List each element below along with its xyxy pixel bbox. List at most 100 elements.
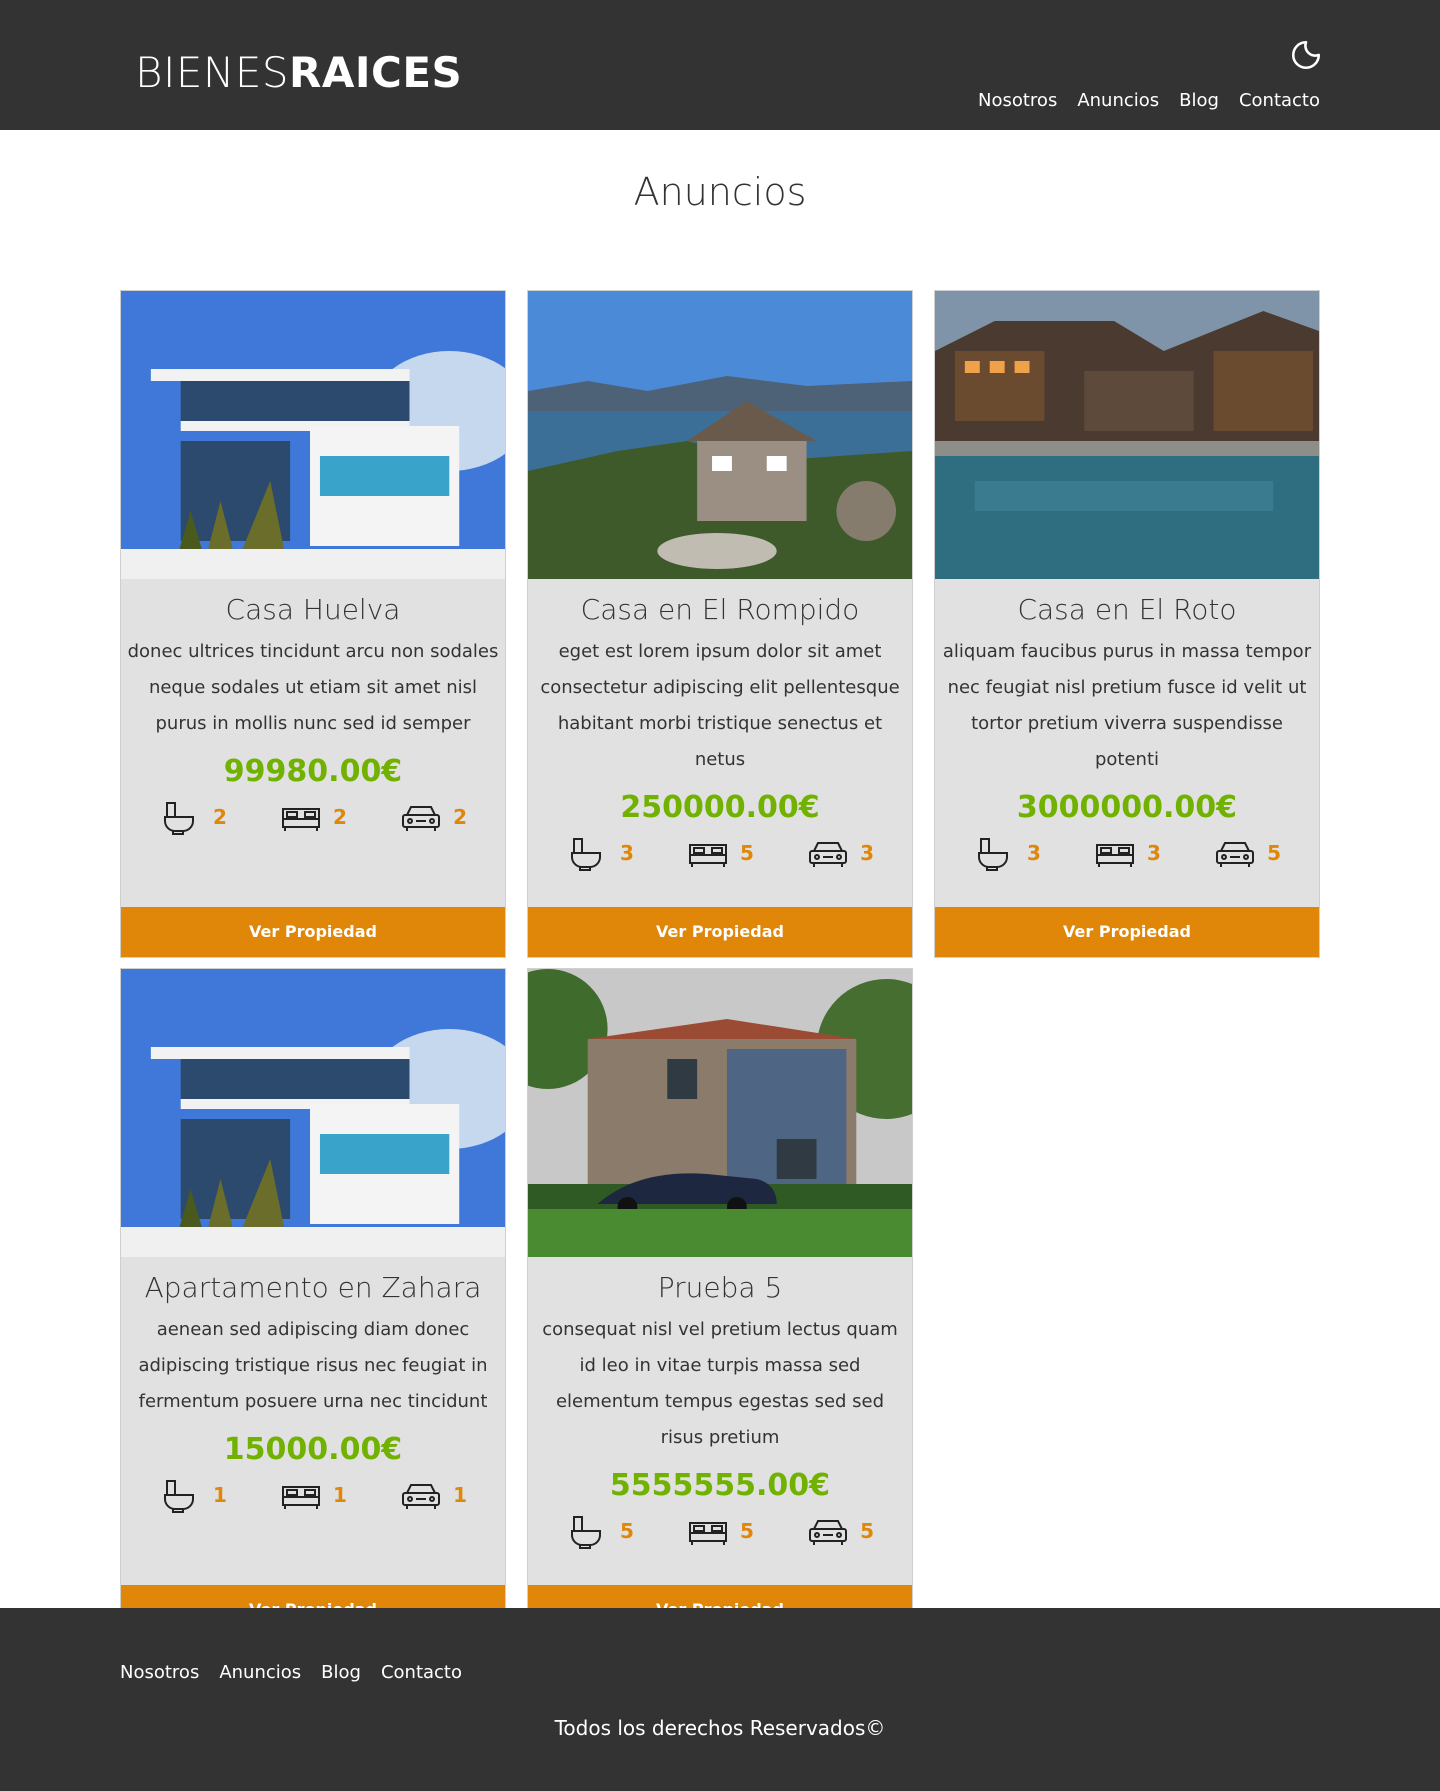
feature-parking: 2 <box>399 799 467 835</box>
toilet-icon <box>571 837 601 871</box>
bed-icon <box>282 1485 321 1509</box>
bathrooms-count: 1 <box>213 1482 227 1507</box>
logo[interactable]: BIENESRAICES <box>135 52 462 94</box>
listing-description: consequat nisl vel pretium lectus quam i… <box>542 1318 898 1448</box>
nav-link-contacto[interactable]: Contacto <box>1239 90 1320 111</box>
listing-title: Casa en El Roto <box>1017 592 1237 626</box>
bed-icon <box>689 843 728 867</box>
car-icon <box>1216 841 1255 867</box>
car-icon <box>809 1519 848 1545</box>
view-property-button[interactable]: Ver Propiedad <box>528 906 912 957</box>
listing-features: 5 5 5 <box>532 1513 908 1549</box>
toilet-icon <box>164 801 194 835</box>
footer-nav: Nosotros Anuncios Blog Contacto <box>120 1662 462 1683</box>
nav-link-anuncios[interactable]: Anuncios <box>1077 90 1159 111</box>
parking-count: 5 <box>860 1518 874 1543</box>
view-property-button[interactable]: Ver Propiedad <box>121 906 505 957</box>
moon-icon[interactable] <box>1289 38 1323 72</box>
listing-features: 3 3 5 <box>939 835 1315 871</box>
listing-features: 3 5 3 <box>532 835 908 871</box>
bedrooms-count: 3 <box>1147 840 1161 865</box>
listing-features: 2 2 2 <box>125 799 501 835</box>
car-icon <box>809 841 848 867</box>
footer-link-nosotros[interactable]: Nosotros <box>120 1662 199 1683</box>
feature-parking: 5 <box>1213 835 1281 871</box>
listing-image <box>935 290 1319 579</box>
listing-description: aliquam faucibus purus in massa tempor n… <box>942 640 1312 770</box>
listing-card: Casa en El Roto aliquam faucibus purus i… <box>934 289 1320 958</box>
footer-link-blog[interactable]: Blog <box>321 1662 361 1683</box>
listing-image <box>528 290 912 579</box>
listing-price: 5555555.00€ <box>609 1467 831 1503</box>
bathrooms-count: 5 <box>620 1518 634 1543</box>
nav-link-nosotros[interactable]: Nosotros <box>978 90 1057 111</box>
logo-light: BIENES <box>135 48 290 97</box>
listing-price: 3000000.00€ <box>1016 789 1238 825</box>
bathrooms-count: 3 <box>620 840 634 865</box>
parking-count: 5 <box>1267 840 1281 865</box>
bed-icon <box>689 1521 728 1545</box>
main-content: Anuncios Casa Huelva donec ultrices tinc… <box>0 170 1440 1636</box>
listing-image <box>121 290 505 579</box>
listing-image <box>528 968 912 1257</box>
listing-features: 1 1 1 <box>125 1477 501 1513</box>
listing-description: aenean sed adipiscing diam donec adipisc… <box>138 1318 488 1412</box>
car-icon <box>402 1483 441 1509</box>
parking-count: 1 <box>453 1482 467 1507</box>
bed-icon <box>1096 843 1135 867</box>
parking-count: 2 <box>453 804 467 829</box>
view-property-button[interactable]: Ver Propiedad <box>935 906 1319 957</box>
feature-bathrooms: 3 <box>566 835 634 871</box>
listing-content: Casa en El Rompido eget est lorem ipsum … <box>528 579 912 907</box>
feature-parking: 3 <box>806 835 874 871</box>
feature-bathrooms: 2 <box>159 799 227 835</box>
feature-bedrooms: 3 <box>1093 835 1161 871</box>
feature-bathrooms: 5 <box>566 1513 634 1549</box>
listing-description: eget est lorem ipsum dolor sit amet cons… <box>540 640 900 770</box>
listing-description: donec ultrices tincidunt arcu non sodale… <box>127 640 499 734</box>
toilet-icon <box>164 1479 194 1513</box>
listing-content: Casa en El Roto aliquam faucibus purus i… <box>935 579 1319 907</box>
copyright-text: Todos los derechos Reservados© <box>554 1716 886 1740</box>
listing-card: Casa Huelva donec ultrices tincidunt arc… <box>120 289 506 958</box>
feature-bedrooms: 5 <box>686 835 754 871</box>
listing-card: Casa en El Rompido eget est lorem ipsum … <box>527 289 913 958</box>
feature-parking: 5 <box>806 1513 874 1549</box>
bathrooms-count: 3 <box>1027 840 1041 865</box>
listing-title: Casa en El Rompido <box>580 592 860 626</box>
bed-icon <box>282 807 321 831</box>
bedrooms-count: 5 <box>740 1518 754 1543</box>
feature-bedrooms: 1 <box>279 1477 347 1513</box>
feature-bathrooms: 3 <box>973 835 1041 871</box>
site-footer: Nosotros Anuncios Blog Contacto Todos lo… <box>0 1608 1440 1791</box>
listing-title: Prueba 5 <box>657 1270 783 1304</box>
nav-link-blog[interactable]: Blog <box>1179 90 1219 111</box>
listing-content: Apartamento en Zahara aenean sed adipisc… <box>121 1257 505 1585</box>
logo-bold: RAICES <box>289 48 463 97</box>
bedrooms-count: 5 <box>740 840 754 865</box>
listing-image <box>121 968 505 1257</box>
toilet-icon <box>571 1515 601 1549</box>
bedrooms-count: 2 <box>333 804 347 829</box>
listing-price: 15000.00€ <box>223 1431 403 1467</box>
car-icon <box>402 805 441 831</box>
bathrooms-count: 2 <box>213 804 227 829</box>
footer-link-contacto[interactable]: Contacto <box>381 1662 462 1683</box>
parking-count: 3 <box>860 840 874 865</box>
listing-content: Prueba 5 consequat nisl vel pretium lect… <box>528 1257 912 1585</box>
listing-content: Casa Huelva donec ultrices tincidunt arc… <box>121 579 505 907</box>
feature-parking: 1 <box>399 1477 467 1513</box>
bedrooms-count: 1 <box>333 1482 347 1507</box>
listing-card: Apartamento en Zahara aenean sed adipisc… <box>120 967 506 1636</box>
page-title: Anuncios <box>633 170 807 214</box>
feature-bedrooms: 5 <box>686 1513 754 1549</box>
listing-card: Prueba 5 consequat nisl vel pretium lect… <box>527 967 913 1636</box>
site-header: BIENESRAICES Nosotros Anuncios Blog Cont… <box>0 0 1440 130</box>
toilet-icon <box>978 837 1008 871</box>
listing-price: 250000.00€ <box>620 789 820 825</box>
footer-link-anuncios[interactable]: Anuncios <box>219 1662 301 1683</box>
feature-bathrooms: 1 <box>159 1477 227 1513</box>
listing-title: Casa Huelva <box>225 592 401 626</box>
listing-price: 99980.00€ <box>223 753 403 789</box>
listing-title: Apartamento en Zahara <box>144 1270 482 1304</box>
